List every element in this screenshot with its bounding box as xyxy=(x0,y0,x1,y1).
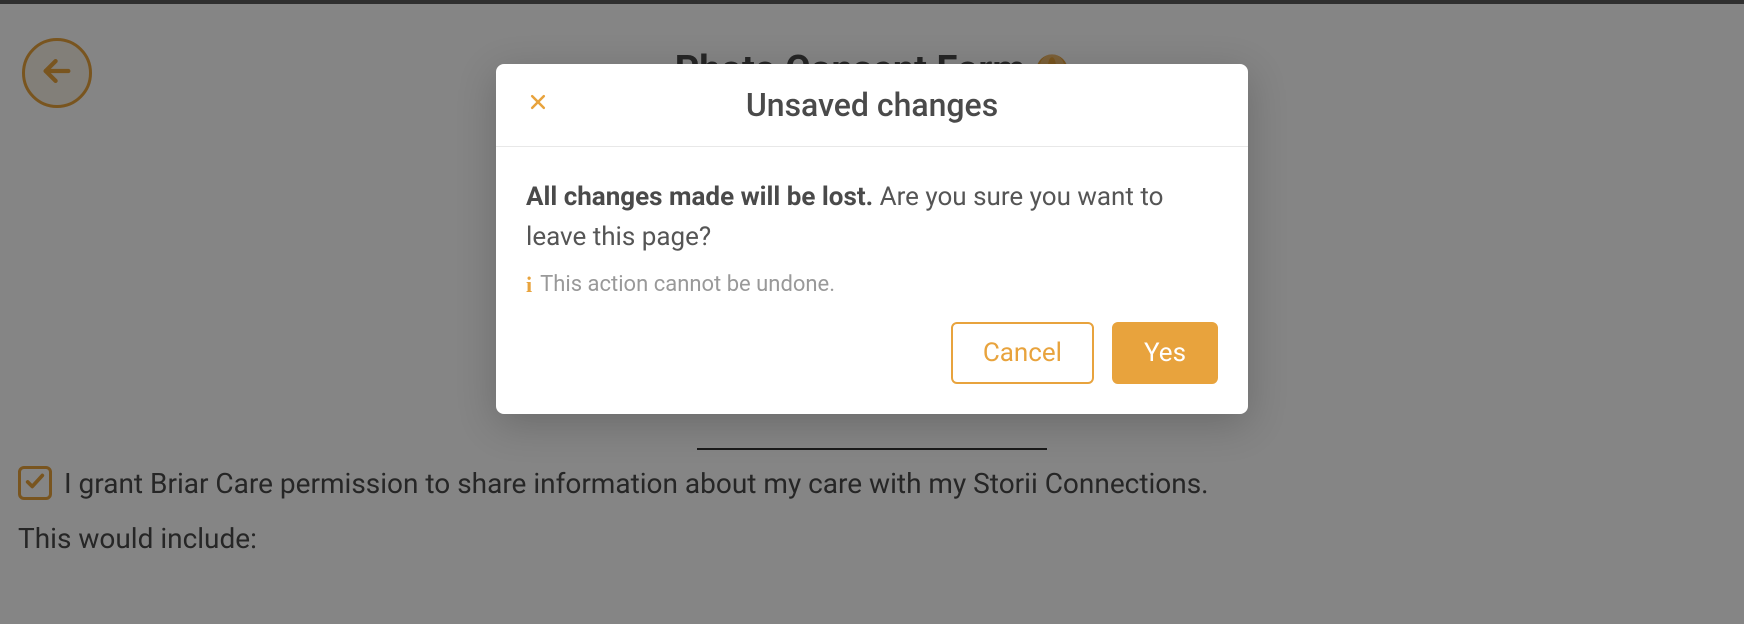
modal-warning-text: This action cannot be undone. xyxy=(540,272,835,297)
modal-message-bold: All changes made will be lost. xyxy=(526,182,873,212)
modal-footer: Cancel Yes xyxy=(496,322,1248,414)
modal-overlay[interactable]: Unsaved changes All changes made will be… xyxy=(0,0,1744,624)
modal-title: Unsaved changes xyxy=(526,86,1218,124)
modal-header: Unsaved changes xyxy=(496,64,1248,147)
modal-warning: i This action cannot be undone. xyxy=(526,272,1218,298)
modal-message: All changes made will be lost. Are you s… xyxy=(526,177,1218,258)
unsaved-changes-modal: Unsaved changes All changes made will be… xyxy=(496,64,1248,414)
cancel-button[interactable]: Cancel xyxy=(951,322,1094,384)
modal-body: All changes made will be lost. Are you s… xyxy=(496,147,1248,322)
info-icon: i xyxy=(526,272,532,298)
close-button[interactable] xyxy=(526,92,550,116)
close-icon xyxy=(528,92,548,116)
yes-button[interactable]: Yes xyxy=(1112,322,1218,384)
